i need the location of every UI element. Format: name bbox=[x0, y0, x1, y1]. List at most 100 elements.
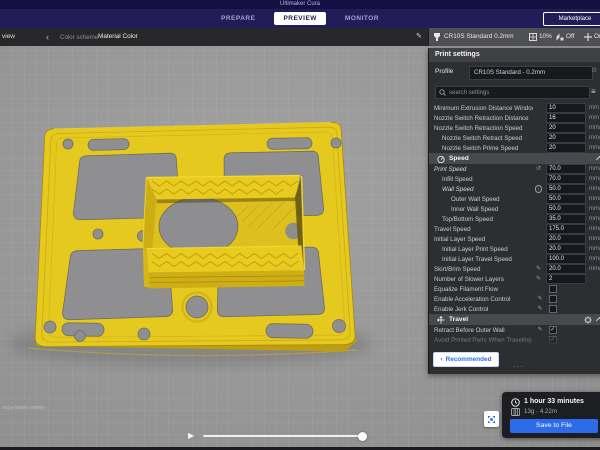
setting-row[interactable]: Inner Wall Speed 50.0 mm/s bbox=[429, 204, 600, 214]
setting-value[interactable]: 70.0 bbox=[546, 174, 586, 184]
setting-row[interactable]: Infill Speed 70.0 mm/s bbox=[429, 174, 600, 184]
section-travel[interactable]: Travel bbox=[429, 314, 600, 325]
print-settings-panel: Print settings Profile CR10S Standard - … bbox=[428, 48, 600, 374]
setting-value[interactable]: 16 bbox=[546, 113, 586, 123]
setting-row[interactable]: Wall Speed i 50.0 mm/s bbox=[429, 184, 600, 194]
color-scheme-label: Color scheme bbox=[60, 34, 98, 41]
playback-slider[interactable] bbox=[203, 435, 365, 437]
pencil-icon[interactable]: ✎ bbox=[533, 274, 544, 284]
setting-row[interactable]: Nozzle Switch Retraction Speed 20 mm/s bbox=[429, 123, 600, 133]
setting-value[interactable]: 10 bbox=[546, 103, 586, 113]
setting-value[interactable]: 20.0 bbox=[546, 264, 586, 274]
setting-row[interactable]: Nozzle Switch Retraction Distance 16 mm bbox=[429, 113, 600, 123]
setting-value[interactable]: 20.0 bbox=[546, 244, 586, 254]
search-icon bbox=[439, 89, 446, 96]
infill-value: 10% bbox=[539, 33, 552, 40]
tab-prepare[interactable]: PREPARE bbox=[215, 12, 261, 25]
watermark: onja-frame-series bbox=[2, 405, 45, 411]
setting-checkbox[interactable] bbox=[549, 305, 558, 314]
setting-value[interactable]: 20 bbox=[546, 143, 586, 153]
setting-value[interactable]: 2 bbox=[546, 274, 586, 284]
setting-row[interactable]: Print Speed ↺ 70.0 mm/s bbox=[429, 164, 600, 174]
edit-pencil-icon[interactable]: ✎ bbox=[416, 32, 422, 40]
setting-row[interactable]: Nozzle Switch Retract Speed 20 mm/s bbox=[429, 133, 600, 143]
center-box bbox=[143, 176, 305, 289]
filter-menu-icon[interactable]: ≡ bbox=[591, 86, 596, 97]
color-scheme-dropdown[interactable]: Material Color bbox=[98, 33, 138, 40]
setting-row[interactable]: Minimum Extrusion Distance Window 10 mm bbox=[429, 103, 600, 113]
layer-playback: ▶ bbox=[188, 432, 365, 440]
setting-row[interactable]: Equalize Filament Flow bbox=[429, 284, 600, 294]
recommended-button[interactable]: ‹ Recommended bbox=[433, 352, 499, 367]
setting-value[interactable]: 100.0 bbox=[546, 254, 586, 264]
slider-handle[interactable] bbox=[358, 432, 367, 441]
tab-monitor[interactable]: MONITOR bbox=[339, 12, 385, 25]
gear-icon[interactable] bbox=[584, 316, 592, 324]
cura-window: Ultimaker Cura PREPARE PREVIEW MONITOR M… bbox=[0, 0, 600, 450]
nozzle-icon bbox=[433, 33, 441, 42]
setting-row[interactable]: Initial Layer Print Speed 20.0 mm/s bbox=[429, 244, 600, 254]
setting-row[interactable]: Initial Layer Speed 20.0 mm/s bbox=[429, 234, 600, 244]
printer-config-bar[interactable]: CR10S Standard 0.2mm 10% Off On bbox=[428, 28, 600, 46]
profile-label: Profile bbox=[435, 68, 453, 75]
setting-value[interactable]: 50.0 bbox=[546, 204, 586, 214]
view-toolbar: view ‹ Color scheme Material Color ✎ CR1… bbox=[0, 28, 600, 46]
star-icon[interactable]: ☆ bbox=[591, 66, 597, 74]
support-icon bbox=[556, 33, 564, 41]
model-shadow bbox=[8, 322, 372, 366]
printer-profile-label: CR10S Standard 0.2mm bbox=[444, 33, 514, 40]
settings-search-input[interactable]: search settings bbox=[435, 86, 590, 99]
setting-value[interactable]: 20 bbox=[546, 133, 586, 143]
expand-panel-button[interactable] bbox=[484, 411, 499, 427]
setting-row[interactable]: Number of Slower Layers ✎ 2 bbox=[429, 274, 600, 284]
setting-row[interactable]: Nozzle Switch Prime Speed 20 mm/s bbox=[429, 143, 600, 153]
material-usage: 13g · 4.22m bbox=[524, 408, 557, 415]
panel-resize-handle[interactable]: ··· bbox=[513, 362, 524, 371]
adhesion-icon bbox=[584, 33, 592, 41]
chevron-left-icon[interactable]: ‹ bbox=[46, 31, 49, 43]
setting-checkbox[interactable] bbox=[549, 285, 558, 294]
arrows-icon bbox=[487, 415, 496, 424]
setting-value[interactable]: 20 bbox=[546, 123, 586, 133]
section-speed[interactable]: Speed bbox=[429, 153, 600, 164]
pencil-icon[interactable]: ✎ bbox=[533, 264, 544, 274]
main-header: PREPARE PREVIEW MONITOR Marketplace bbox=[0, 9, 600, 28]
adhesion-value: On bbox=[594, 33, 600, 40]
setting-row[interactable]: Skirt/Brim Speed ✎ 20.0 mm/s bbox=[429, 264, 600, 274]
reset-icon[interactable]: ↺ bbox=[533, 164, 544, 174]
info-icon: i bbox=[535, 185, 543, 193]
tab-preview[interactable]: PREVIEW bbox=[274, 12, 325, 25]
chevron-up-icon[interactable] bbox=[596, 156, 600, 163]
setting-row[interactable]: Enable Acceleration Control ✎ bbox=[429, 294, 600, 304]
play-icon[interactable]: ▶ bbox=[188, 432, 194, 440]
plate-cutouts bbox=[63, 151, 325, 320]
panel-title: Print settings bbox=[429, 48, 600, 62]
setting-value[interactable]: 50.0 bbox=[546, 194, 586, 204]
profile-dropdown[interactable]: CR10S Standard - 0.2mm bbox=[469, 66, 593, 80]
chevron-left-icon: ‹ bbox=[441, 356, 443, 363]
setting-value[interactable]: 50.0 bbox=[546, 184, 586, 194]
setting-value[interactable]: 20.0 bbox=[546, 234, 586, 244]
skirt-line bbox=[28, 348, 356, 356]
setting-checkbox[interactable] bbox=[549, 295, 558, 304]
settings-list: Minimum Extrusion Distance Window 10 mm … bbox=[429, 103, 600, 345]
pencil-icon[interactable]: ✎ bbox=[535, 294, 546, 304]
chevron-up-icon[interactable] bbox=[596, 317, 600, 324]
speed-icon bbox=[437, 155, 445, 163]
setting-row[interactable]: Top/Bottom Speed 35.0 mm/s bbox=[429, 214, 600, 224]
profile-row: Profile CR10S Standard - 0.2mm ☆ bbox=[429, 62, 600, 84]
search-placeholder: search settings bbox=[449, 90, 489, 96]
save-to-file-button[interactable]: Save to File bbox=[510, 419, 598, 433]
setting-row[interactable]: Enable Jerk Control ✎ bbox=[429, 304, 600, 314]
list-fade bbox=[429, 332, 600, 348]
setting-row[interactable]: Initial Layer Travel Speed 100.0 mm/s bbox=[429, 254, 600, 264]
setting-row[interactable]: Travel Speed 175.0 mm/s bbox=[429, 224, 600, 234]
setting-value[interactable]: 70.0 bbox=[546, 164, 586, 174]
marketplace-button[interactable]: Marketplace bbox=[543, 12, 600, 26]
view-mode-label[interactable]: view bbox=[2, 33, 15, 40]
setting-value[interactable]: 35.0 bbox=[546, 214, 586, 224]
plate-top bbox=[35, 122, 355, 346]
pencil-icon[interactable]: ✎ bbox=[535, 304, 546, 314]
setting-row[interactable]: Outer Wall Speed 50.0 mm/s bbox=[429, 194, 600, 204]
setting-value[interactable]: 175.0 bbox=[546, 224, 586, 234]
